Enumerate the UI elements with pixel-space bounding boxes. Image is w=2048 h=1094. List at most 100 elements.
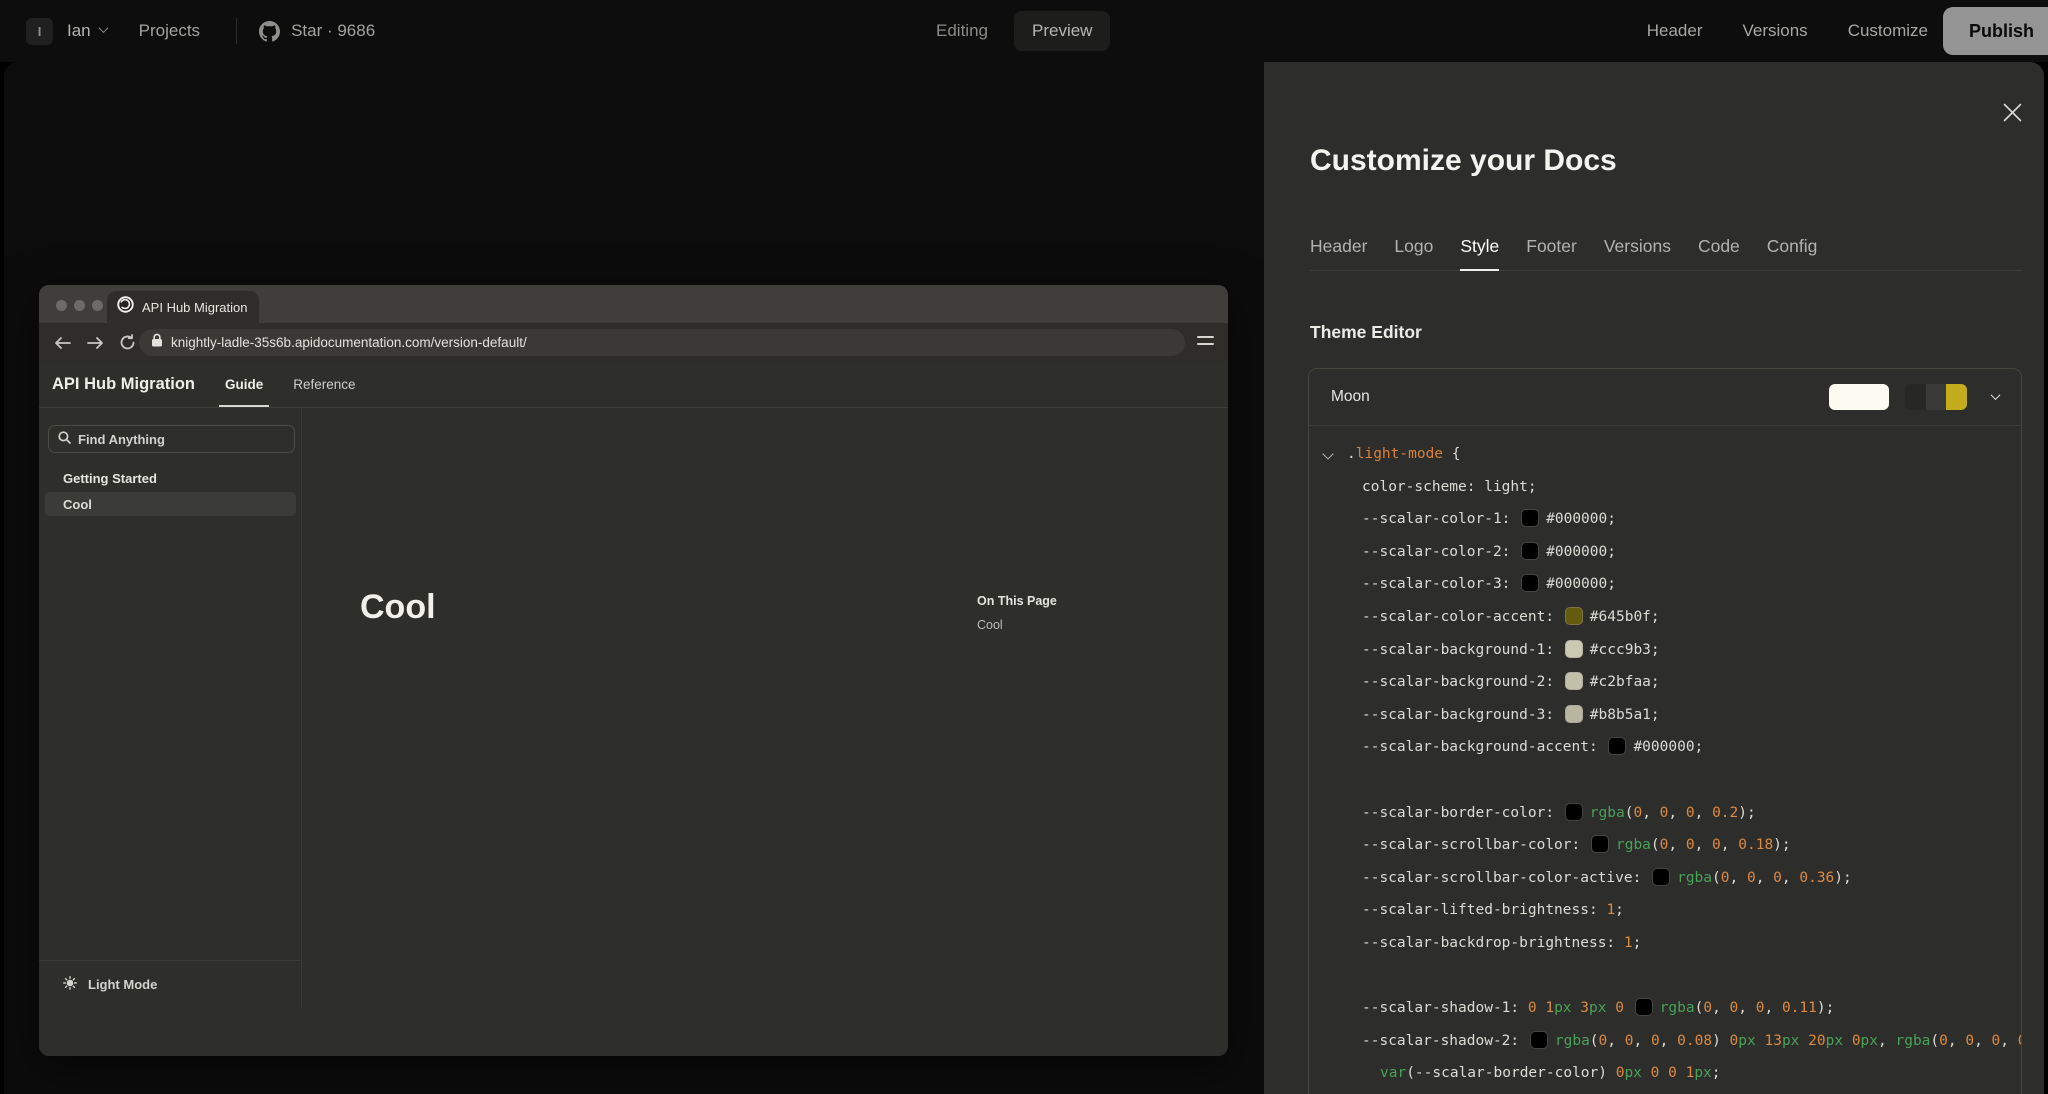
color-swatch [1521,542,1539,560]
theme-code[interactable]: .light-mode {color-scheme: light;--scala… [1309,426,2022,1094]
code-token: #000000; [1546,544,1616,560]
code-token: 0 [1686,805,1695,821]
docs-body: Find Anything Getting Started Cool Light… [39,408,1228,1056]
color-swatch [1565,640,1583,658]
url-bar[interactable]: knightly-ladle-35s6b.apidocumentation.co… [139,329,1185,356]
tab-header[interactable]: Header [1310,222,1367,270]
docs-nav-guide[interactable]: Guide [225,362,263,407]
preview-canvas: API Hub Migration [4,62,1264,1094]
code-token: --scalar-shadow-1: [1362,1000,1528,1016]
scalar-favicon [117,296,134,318]
code-token [1799,1033,1808,1049]
code-token: , [1695,837,1712,853]
docs-site-title[interactable]: API Hub Migration [52,375,195,394]
code-line: --scalar-color-3: #000000; [1309,568,2022,601]
code-token: px [1554,1000,1571,1016]
toc-item-cool[interactable]: Cool [977,618,1057,632]
header-action[interactable]: Header [1647,21,1703,41]
code-token: --scalar-color-accent: [1362,609,1563,625]
code-token: . [1347,446,1356,462]
docs-search-input[interactable]: Find Anything [48,425,295,453]
topbar-right-group: Header Versions Customize [1647,0,1928,62]
code-token: 0 [1668,1065,1677,1081]
toc-title: On This Page [977,594,1057,608]
github-star-button[interactable]: Star · 9686 [259,21,375,42]
code-token: 1 [1545,1000,1554,1016]
tab-footer[interactable]: Footer [1526,222,1577,270]
tab-logo[interactable]: Logo [1394,222,1433,270]
back-icon[interactable] [53,335,72,351]
code-token: 0 [1965,1033,1974,1049]
code-token: , [1633,1033,1650,1049]
window-minimize-dot[interactable] [74,300,85,311]
theme-select[interactable]: Moon [1309,369,2021,426]
code-token: 1 [1606,902,1615,918]
tab-code[interactable]: Code [1698,222,1740,270]
projects-link[interactable]: Projects [139,21,200,41]
code-token: , [1782,870,1799,886]
code-token: 1 [1624,935,1633,951]
tab-editing[interactable]: Editing [918,11,1006,51]
versions-action[interactable]: Versions [1742,21,1807,41]
code-token: --scalar-background-1: [1362,642,1563,658]
code-token: 20 [1808,1033,1825,1049]
panel-tabs: Header Logo Style Footer Versions Code C… [1310,222,2022,271]
code-token: (--scalar-border-color) [1406,1065,1616,1081]
code-line: --scalar-backdrop-brightness: 1; [1309,927,2022,960]
code-line: --scalar-shadow-1: 0 1px 3px 0 rgba(0, 0… [1309,992,2022,1025]
code-token: 0.08 [1677,1033,1712,1049]
code-token: 0 [1712,837,1721,853]
code-token: ; [1712,1065,1721,1081]
code-token: --scalar-shadow-2: [1362,1033,1528,1049]
tab-versions[interactable]: Versions [1604,222,1671,270]
code-token [1572,1000,1581,1016]
code-token [1659,1065,1668,1081]
code-token: --scalar-scrollbar-color-active: [1362,870,1650,886]
code-line: --scalar-color-accent: #645b0f; [1309,601,2022,634]
code-token: ; [1615,902,1624,918]
window-controls[interactable] [56,300,103,311]
code-token: , [1712,1000,1729,1016]
search-icon [58,431,71,447]
tab-config[interactable]: Config [1767,222,1818,270]
main-container: API Hub Migration [4,62,2044,1094]
workspace-logo[interactable]: I [26,18,53,45]
code-token: 0 [1686,837,1695,853]
theme-swatch-primary [1829,384,1889,410]
docs-navbar: API Hub Migration Guide Reference [39,362,1228,408]
code-token: --scalar-color-1: [1362,511,1519,527]
sidebar-item-cool[interactable]: Cool [45,492,296,516]
browser-tab-title: API Hub Migration [142,300,248,315]
close-button[interactable] [1998,100,2026,128]
docs-nav-reference[interactable]: Reference [293,362,355,407]
browser-menu-icon[interactable] [1197,336,1214,350]
forward-icon[interactable] [86,335,105,351]
light-mode-toggle[interactable]: Light Mode [39,960,302,1008]
code-line: var(--scalar-border-color) 0px 0 0 1px; [1309,1057,2022,1090]
toc: On This Page Cool [977,594,1057,632]
tab-preview[interactable]: Preview [1014,11,1110,51]
browser-toolbar: knightly-ladle-35s6b.apidocumentation.co… [39,323,1228,362]
code-line: --scalar-color-2: #000000; [1309,536,2022,569]
window-close-dot[interactable] [56,300,67,311]
code-token: #645b0f; [1590,609,1660,625]
code-line: --scalar-background-2: #c2bfaa; [1309,666,2022,699]
code-token: , [1878,1033,1895,1049]
reload-icon[interactable] [119,334,136,351]
tab-style[interactable]: Style [1460,222,1499,270]
code-token: , [1948,1033,1965,1049]
code-line: --scalar-scrollbar-color-active: rgba(0,… [1309,862,2022,895]
code-token: 0 [1852,1033,1861,1049]
workspace-menu[interactable]: Ian [67,21,107,41]
code-token: rgba [1555,1033,1590,1049]
browser-tab[interactable]: API Hub Migration [107,291,259,323]
window-maximize-dot[interactable] [92,300,103,311]
publish-button[interactable]: Publish [1943,7,2048,55]
code-token: , [1756,870,1773,886]
chevron-down-icon [1991,390,2001,400]
code-line [1309,764,2022,797]
code-token: --scalar-background-2: [1362,674,1563,690]
code-token: px [1826,1033,1843,1049]
github-star-label: Star · 9686 [291,21,375,41]
customize-action[interactable]: Customize [1848,21,1928,41]
